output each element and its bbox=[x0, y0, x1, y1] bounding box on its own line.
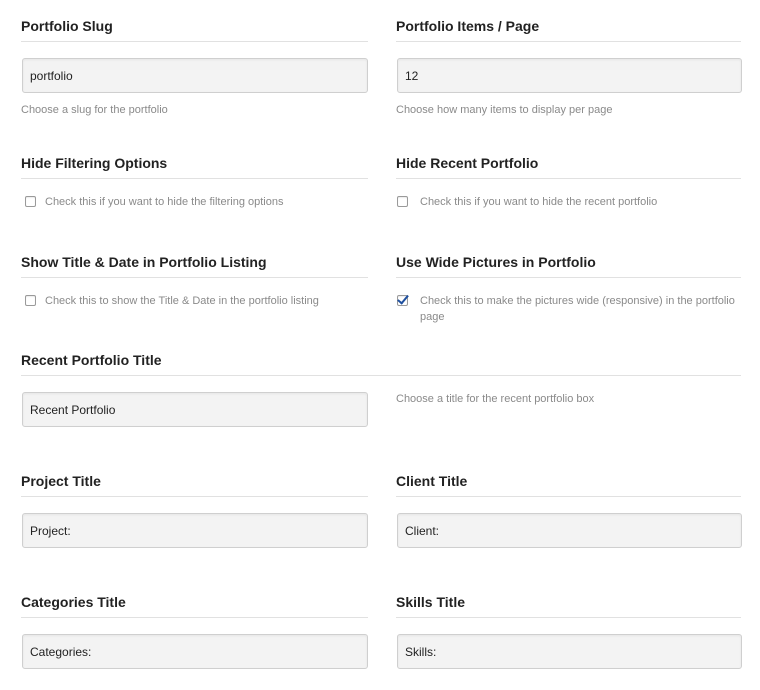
client-title-label: Client Title bbox=[396, 473, 468, 489]
client-title-input[interactable] bbox=[397, 513, 742, 548]
client-title-divider bbox=[396, 496, 741, 497]
items-per-page-title: Portfolio Items / Page bbox=[396, 18, 540, 34]
hide-recent-divider bbox=[396, 178, 741, 179]
skills-title-label: Skills Title bbox=[396, 594, 465, 610]
wide-pictures-checkbox[interactable] bbox=[397, 295, 408, 306]
portfolio-slug-title: Portfolio Slug bbox=[21, 18, 113, 34]
skills-title-input[interactable] bbox=[397, 634, 742, 669]
wide-pictures-description: Check this to make the pictures wide (re… bbox=[420, 295, 735, 323]
items-per-page-input[interactable] bbox=[397, 58, 742, 93]
recent-portfolio-title-input[interactable] bbox=[22, 392, 368, 427]
items-per-page-description: Choose how many items to display per pag… bbox=[396, 104, 613, 116]
portfolio-slug-divider bbox=[21, 41, 368, 42]
project-title-label: Project Title bbox=[21, 473, 101, 489]
portfolio-slug-description: Choose a slug for the portfolio bbox=[21, 104, 168, 116]
hide-filtering-title: Hide Filtering Options bbox=[21, 155, 168, 171]
portfolio-slug-input[interactable] bbox=[22, 58, 368, 93]
items-per-page-divider bbox=[396, 41, 741, 42]
project-title-divider bbox=[21, 496, 368, 497]
recent-portfolio-title-label: Recent Portfolio Title bbox=[21, 352, 162, 368]
hide-filtering-description: Check this if you want to hide the filte… bbox=[45, 196, 284, 208]
show-title-date-divider bbox=[21, 277, 368, 278]
wide-pictures-title: Use Wide Pictures in Portfolio bbox=[396, 254, 596, 270]
recent-portfolio-title-description: Choose a title for the recent portfolio … bbox=[396, 393, 595, 405]
hide-filtering-divider bbox=[21, 178, 368, 179]
hide-recent-description: Check this if you want to hide the recen… bbox=[420, 196, 658, 208]
hide-filtering-checkbox[interactable] bbox=[25, 196, 36, 207]
hide-recent-checkbox[interactable] bbox=[397, 196, 408, 207]
recent-portfolio-title-divider bbox=[21, 375, 741, 376]
wide-pictures-divider bbox=[396, 277, 741, 278]
categories-title-input[interactable] bbox=[22, 634, 368, 669]
project-title-input[interactable] bbox=[22, 513, 368, 548]
show-title-date-description: Check this to show the Title & Date in t… bbox=[45, 295, 319, 307]
skills-title-divider bbox=[396, 617, 741, 618]
categories-title-divider bbox=[21, 617, 368, 618]
hide-recent-title: Hide Recent Portfolio bbox=[396, 155, 539, 171]
show-title-date-title: Show Title & Date in Portfolio Listing bbox=[21, 254, 267, 270]
show-title-date-checkbox[interactable] bbox=[25, 295, 36, 306]
categories-title-label: Categories Title bbox=[21, 594, 126, 610]
